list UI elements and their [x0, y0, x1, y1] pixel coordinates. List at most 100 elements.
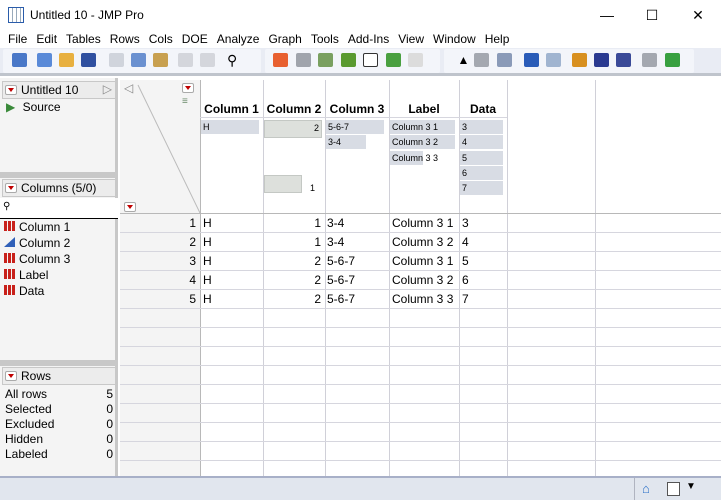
- table-script-source[interactable]: ▶ Source: [6, 100, 61, 114]
- new-script-icon[interactable]: [37, 53, 52, 67]
- home-icon[interactable]: ⌂: [642, 481, 650, 496]
- menu-tables[interactable]: Tables: [62, 30, 106, 48]
- split-icon[interactable]: [616, 53, 631, 67]
- table-cell[interactable]: 7: [462, 290, 506, 309]
- table-cell[interactable]: 5-6-7: [327, 290, 387, 309]
- column-item[interactable]: Column 3: [4, 252, 70, 268]
- row-number[interactable]: 1: [120, 214, 196, 233]
- menu-window[interactable]: Window: [429, 30, 481, 48]
- collapse-arrow-icon[interactable]: ◁: [124, 81, 133, 95]
- column-item[interactable]: Column 1: [4, 220, 70, 236]
- table-cell[interactable]: 5-6-7: [327, 271, 387, 290]
- link-icon[interactable]: [178, 53, 193, 67]
- menu-doe[interactable]: DOE: [178, 30, 213, 48]
- table-cell[interactable]: 2: [263, 290, 321, 309]
- menu-rows[interactable]: Rows: [106, 30, 145, 48]
- fit-model-icon[interactable]: [386, 53, 401, 67]
- table-cell[interactable]: 5-6-7: [327, 252, 387, 271]
- table-cell[interactable]: 6: [462, 271, 506, 290]
- row-number[interactable]: 4: [120, 271, 196, 290]
- menu-help[interactable]: Help: [481, 30, 515, 48]
- fit-y-by-x-icon[interactable]: [363, 53, 378, 67]
- maximize-button[interactable]: ☐: [629, 0, 675, 30]
- red-triangle-menu-icon[interactable]: [5, 85, 17, 95]
- column-header-data[interactable]: Data: [459, 102, 507, 116]
- menu-add-ins[interactable]: Add-Ins: [344, 30, 394, 48]
- table-cell[interactable]: H: [203, 252, 263, 271]
- calculator-icon[interactable]: [642, 53, 657, 67]
- menu-view[interactable]: View: [394, 30, 429, 48]
- columns-panel-header[interactable]: Columns (5/0): [2, 179, 116, 197]
- search-icon[interactable]: ⚲: [227, 53, 242, 67]
- row-number[interactable]: 3: [120, 252, 196, 271]
- dropdown-arrow-icon[interactable]: ▼: [686, 481, 696, 492]
- minimize-button[interactable]: —: [584, 0, 630, 30]
- data-table-icon[interactable]: [273, 53, 288, 67]
- open-folder-icon[interactable]: [59, 53, 74, 67]
- table-cell[interactable]: 2: [263, 271, 321, 290]
- window-list-icon[interactable]: [667, 482, 680, 496]
- table-cell[interactable]: H: [203, 271, 263, 290]
- column-search-input[interactable]: ⚲: [0, 198, 118, 219]
- numbers-icon[interactable]: [497, 53, 512, 67]
- close-button[interactable]: ✕: [675, 0, 721, 30]
- menu-tools[interactable]: Tools: [307, 30, 344, 48]
- cut-icon[interactable]: [109, 53, 124, 67]
- new-data-table-icon[interactable]: [12, 53, 27, 67]
- table-cell[interactable]: 5: [462, 252, 506, 271]
- column-item[interactable]: Label: [4, 268, 70, 284]
- grid-icon[interactable]: [318, 53, 333, 67]
- run-script-icon[interactable]: [665, 53, 680, 67]
- column-item[interactable]: Data: [4, 284, 70, 300]
- rows-panel-header[interactable]: Rows: [2, 367, 116, 385]
- table-cell[interactable]: 2: [263, 252, 321, 271]
- row-number[interactable]: 2: [120, 233, 196, 252]
- table-cell[interactable]: H: [203, 214, 263, 233]
- table-panel-header[interactable]: Untitled 10 ▷: [2, 81, 116, 99]
- summary-bar: Column 3 2: [390, 135, 455, 149]
- menu-cols[interactable]: Cols: [145, 30, 178, 48]
- table-cell[interactable]: H: [203, 290, 263, 309]
- sort-icon[interactable]: [572, 53, 587, 67]
- paste-icon[interactable]: [153, 53, 168, 67]
- table-cell[interactable]: Column 3 3: [392, 290, 457, 309]
- menu-edit[interactable]: Edit: [32, 30, 62, 48]
- table-cell[interactable]: 1: [263, 214, 321, 233]
- copy-icon[interactable]: [131, 53, 146, 67]
- join-icon[interactable]: [594, 53, 609, 67]
- table-cell[interactable]: 1: [263, 233, 321, 252]
- zoom-table-icon[interactable]: [546, 53, 561, 67]
- lock-icon[interactable]: [200, 53, 215, 67]
- table-cell[interactable]: Column 3 1: [392, 252, 457, 271]
- edit-icon[interactable]: [408, 53, 423, 67]
- rows-red-triangle-menu-icon[interactable]: [124, 202, 136, 212]
- column-header-column-2[interactable]: Column 2: [263, 102, 325, 116]
- triangle-icon[interactable]: ▲: [456, 53, 471, 67]
- table-cell[interactable]: 3-4: [327, 214, 387, 233]
- red-triangle-menu-icon[interactable]: [182, 83, 194, 93]
- edit-script-icon[interactable]: [524, 53, 539, 67]
- column-header-label[interactable]: Label: [389, 102, 459, 116]
- table-cell[interactable]: Column 3 2: [392, 271, 457, 290]
- red-triangle-menu-icon[interactable]: [5, 371, 17, 381]
- table-cell[interactable]: Column 3 2: [392, 233, 457, 252]
- column-header-column-3[interactable]: Column 3: [325, 102, 389, 116]
- red-triangle-menu-icon[interactable]: [5, 183, 17, 193]
- table-cell[interactable]: 4: [462, 233, 506, 252]
- row-number[interactable]: 5: [120, 290, 196, 309]
- save-icon[interactable]: [81, 53, 96, 67]
- table-cell[interactable]: 3-4: [327, 233, 387, 252]
- distribution-icon[interactable]: [341, 53, 356, 67]
- menu-file[interactable]: File: [4, 30, 32, 48]
- column-item[interactable]: Column 2: [4, 236, 70, 252]
- table-cell[interactable]: 3: [462, 214, 506, 233]
- column-header-column-1[interactable]: Column 1: [200, 102, 263, 116]
- menu-graph[interactable]: Graph: [264, 30, 306, 48]
- menu-analyze[interactable]: Analyze: [213, 30, 265, 48]
- table-cell[interactable]: Column 3 1: [392, 214, 457, 233]
- table-cell[interactable]: H: [203, 233, 263, 252]
- column-header-rule-icon[interactable]: ≡: [182, 96, 188, 107]
- table-icon[interactable]: [296, 53, 311, 67]
- list-icon[interactable]: [474, 53, 489, 67]
- expand-arrow-icon[interactable]: ▷: [103, 82, 112, 96]
